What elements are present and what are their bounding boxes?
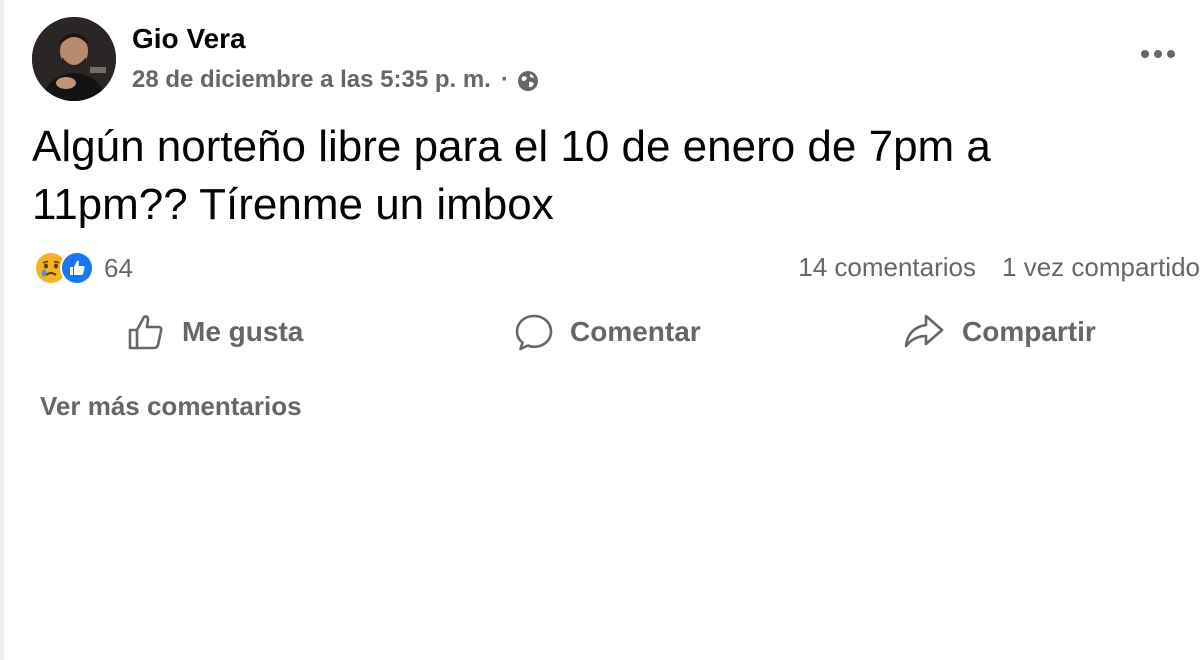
post-options-button[interactable] bbox=[1136, 38, 1180, 70]
like-label: Me gusta bbox=[182, 316, 304, 347]
shares-count[interactable]: 1 vez compartido bbox=[1002, 250, 1200, 284]
share-button[interactable]: Compartir bbox=[902, 304, 1096, 360]
comment-label: Comentar bbox=[570, 316, 701, 347]
like-reaction-icon bbox=[60, 251, 94, 285]
more-horizontal-icon bbox=[1141, 50, 1175, 58]
share-arrow-icon bbox=[904, 314, 944, 348]
comment-bubble-icon bbox=[515, 314, 553, 351]
facebook-post: Gio Vera 28 de diciembre a las 5:35 p. m… bbox=[0, 0, 1200, 660]
post-action-bar: Me gusta Comentar Compartir bbox=[0, 304, 1200, 360]
like-button[interactable]: Me gusta bbox=[126, 304, 303, 360]
comments-count[interactable]: 14 comentarios bbox=[798, 250, 976, 284]
view-more-comments-link[interactable]: Ver más comentarios bbox=[40, 390, 302, 422]
meta-separator: · bbox=[500, 66, 509, 93]
post-body-text: Algún norteño libre para el 10 de enero … bbox=[32, 122, 991, 229]
reactions-summary[interactable]: 64 bbox=[34, 250, 133, 286]
post-meta: 28 de diciembre a las 5:35 p. m. · bbox=[132, 64, 539, 96]
author-name[interactable]: Gio Vera bbox=[132, 22, 246, 56]
post-timestamp[interactable]: 28 de diciembre a las 5:35 p. m. bbox=[132, 64, 491, 96]
globe-icon bbox=[517, 69, 539, 91]
reaction-count: 64 bbox=[104, 253, 133, 283]
author-avatar[interactable] bbox=[32, 17, 116, 101]
post-stats: 14 comentarios 1 vez compartido bbox=[798, 250, 1200, 284]
comment-button[interactable]: Comentar bbox=[514, 304, 701, 360]
thumbs-up-icon bbox=[128, 315, 163, 350]
share-label: Compartir bbox=[962, 316, 1096, 347]
